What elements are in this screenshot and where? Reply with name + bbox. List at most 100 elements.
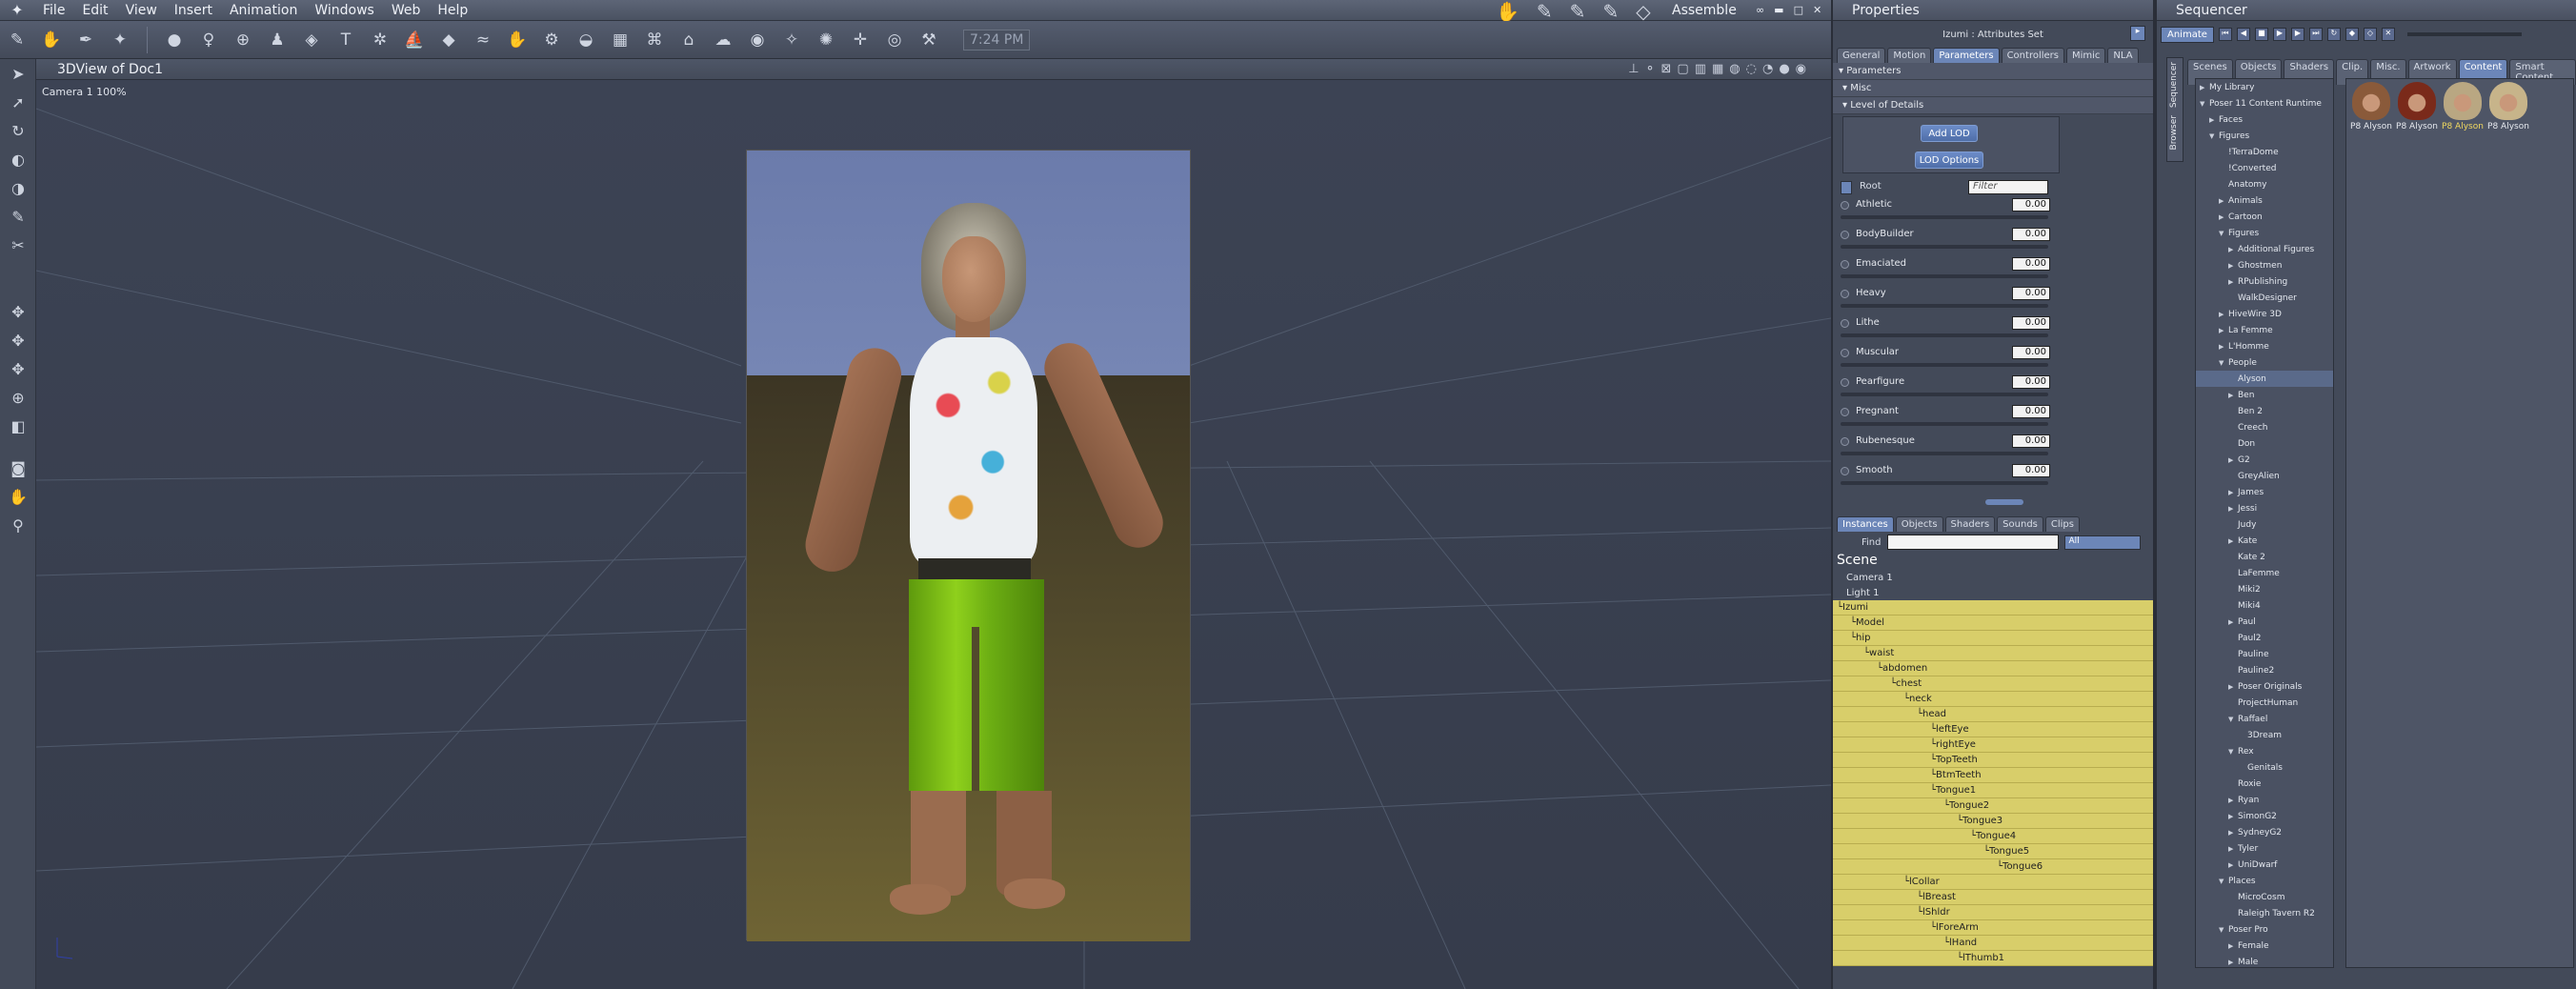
tab-parameters[interactable]: Parameters [1933, 48, 2000, 63]
list-item[interactable]: ▶ RPublishing [2196, 273, 2333, 290]
list-item[interactable]: LaFemme [2196, 565, 2333, 581]
collapsed-arrow-icon[interactable]: ▶ [2228, 505, 2238, 513]
tab-instances[interactable]: Instances [1837, 516, 1894, 532]
wave-icon[interactable]: ≈ [469, 26, 497, 54]
dial-value-input[interactable]: 0.00 [2012, 464, 2050, 477]
table-row[interactable]: └ neck [1833, 692, 2153, 707]
list-item[interactable]: Alyson [2196, 371, 2333, 387]
list-item[interactable]: ▶ James [2196, 484, 2333, 500]
tab-sounds[interactable]: Sounds [1997, 516, 2043, 532]
chain-break-tool-icon[interactable]: ✂ [0, 231, 36, 259]
list-item[interactable]: Miki4 [2196, 597, 2333, 614]
dial-slider[interactable] [1841, 215, 2048, 219]
table-row[interactable]: └ waist [1833, 646, 2153, 661]
table-row[interactable]: └ Tongue4 [1833, 829, 2153, 844]
list-item[interactable]: ▶ Kate [2196, 533, 2333, 549]
table-row[interactable]: └ abdomen [1833, 661, 2153, 676]
wire-icon[interactable]: ⊠ [1660, 62, 1671, 76]
collapsed-arrow-icon[interactable]: ▶ [2228, 278, 2238, 286]
table-row[interactable]: └ hip [1833, 631, 2153, 646]
table-row[interactable]: └ lShldr [1833, 905, 2153, 920]
bend-icon[interactable]: ♀ [194, 26, 223, 54]
collapsed-arrow-icon[interactable]: ▶ [2219, 327, 2228, 334]
list-item[interactable]: GreyAlien [2196, 468, 2333, 484]
puzzle-icon[interactable]: ◆ [434, 26, 463, 54]
hand-icon[interactable]: ✋ [503, 26, 532, 54]
room-pose-icon[interactable]: ✋ [1496, 0, 1519, 23]
list-item[interactable]: ProjectHuman [2196, 695, 2333, 711]
scale-tool-icon[interactable]: ◑ [0, 173, 36, 202]
tree-item-camera[interactable]: Camera 1 [1833, 570, 2153, 585]
collapsed-arrow-icon[interactable]: ▶ [2228, 829, 2238, 837]
dial-value-input[interactable]: 0.00 [2012, 198, 2050, 212]
list-item[interactable]: !Converted [2196, 160, 2333, 176]
side-tab-sequencer[interactable]: Sequencer [2167, 58, 2181, 111]
tab-shaders[interactable]: Shaders [1944, 516, 1996, 532]
cloud-icon[interactable]: ☁ [709, 26, 737, 54]
figure-circle-icon[interactable]: ⚬ [1645, 62, 1656, 76]
dial-slider[interactable] [1841, 304, 2048, 308]
menu-animation[interactable]: Animation [221, 3, 306, 18]
list-item[interactable]: Creech [2196, 419, 2333, 435]
table-row[interactable]: └ Tongue3 [1833, 814, 2153, 829]
taper-tool-icon[interactable]: ✎ [0, 202, 36, 231]
menu-help[interactable]: Help [429, 3, 476, 18]
list-item[interactable]: Don [2196, 435, 2333, 452]
list-item[interactable]: ▶ Female [2196, 938, 2333, 954]
list-item[interactable]: Anatomy [2196, 176, 2333, 192]
sphere-icon[interactable]: ● [160, 26, 189, 54]
table-row[interactable]: └ Tongue1 [1833, 783, 2153, 798]
library-thumbnail[interactable]: P8 Alyson [2442, 82, 2484, 137]
link-icon[interactable]: ∞ [1756, 4, 1764, 16]
collapsed-arrow-icon[interactable]: ▶ [2219, 197, 2228, 205]
library-thumbnail[interactable]: P8 Alyson [2487, 82, 2529, 137]
table-row[interactable]: └ chest [1833, 676, 2153, 692]
list-item[interactable]: Roxie [2196, 776, 2333, 792]
list-item[interactable]: Kate 2 [2196, 549, 2333, 565]
dial-value-input[interactable]: 0.00 [2012, 316, 2050, 330]
hand-tool-icon[interactable]: ✋ [37, 26, 66, 54]
table-row[interactable]: └ lThumb1 [1833, 951, 2153, 966]
collapsed-arrow-icon[interactable]: ▶ [2219, 311, 2228, 318]
list-item[interactable]: Judy [2196, 516, 2333, 533]
dial-options-icon[interactable] [1841, 319, 1849, 328]
poser-logo-icon[interactable]: ✦ [0, 0, 34, 21]
panel-menu-icon[interactable]: ▸ [2130, 26, 2145, 41]
list-item[interactable]: ▶ Additional Figures [2196, 241, 2333, 257]
trackball-icon[interactable]: ⊕ [0, 383, 36, 412]
helmet-icon[interactable]: ◒ [572, 26, 600, 54]
close-icon[interactable]: ✕ [1813, 4, 1821, 16]
dial-slider[interactable] [1841, 274, 2048, 278]
list-item[interactable]: Genitals [2196, 759, 2333, 776]
last-frame-icon[interactable]: ⏭ [2308, 28, 2323, 41]
list-item[interactable]: ▼ Figures [2196, 225, 2333, 241]
3d-viewport[interactable]: Camera 1 100% [36, 80, 1831, 989]
table-row[interactable]: └ head [1833, 707, 2153, 722]
table-row[interactable]: └ lForeArm [1833, 920, 2153, 936]
collapsed-arrow-icon[interactable]: ▶ [2228, 392, 2238, 399]
list-item[interactable]: !TerraDome [2196, 144, 2333, 160]
play-icon[interactable]: ▶ [2272, 28, 2286, 41]
agm-icon[interactable]: ▦ [606, 26, 634, 54]
tab-mimic[interactable]: Mimic [2065, 48, 2106, 63]
grouping-tool-icon[interactable]: ✦ [106, 26, 134, 54]
library-thumbnail[interactable]: P8 Alyson [2396, 82, 2438, 137]
collapsed-arrow-icon[interactable]: ▶ [2228, 537, 2238, 545]
tab-nla[interactable]: NLA [2107, 48, 2139, 63]
shading-texture-icon[interactable]: ◉ [1796, 62, 1806, 76]
list-item[interactable]: ▼ Poser 11 Content Runtime [2196, 95, 2333, 111]
expanded-arrow-icon[interactable]: ▼ [2219, 926, 2228, 934]
axis-icon[interactable]: ⊥ [1628, 62, 1639, 76]
expanded-arrow-icon[interactable]: ▼ [2209, 132, 2219, 140]
table-row[interactable]: └ Tongue5 [1833, 844, 2153, 859]
list-item[interactable]: ▶ Ryan [2196, 792, 2333, 808]
loop-icon[interactable]: ↻ [2326, 28, 2341, 41]
list-item[interactable]: ▶ My Library [2196, 79, 2333, 95]
list-item[interactable]: Pauline [2196, 646, 2333, 662]
preview-icon[interactable]: ◍ [1729, 62, 1740, 76]
pan-hand-icon[interactable]: ✋ [0, 482, 36, 511]
add-lod-button[interactable]: Add LOD [1921, 125, 1978, 142]
drop-icon[interactable]: ◉ [743, 26, 772, 54]
dial-slider[interactable] [1841, 393, 2048, 396]
list-item[interactable]: ▼ Places [2196, 873, 2333, 889]
